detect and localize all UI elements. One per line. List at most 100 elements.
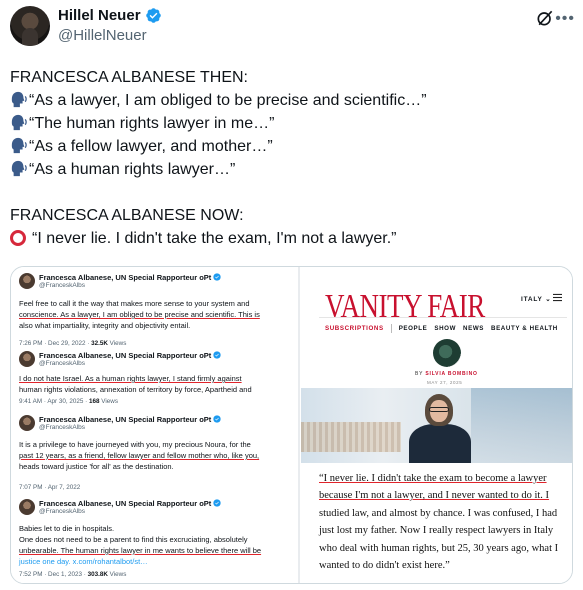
quoted-tweet: Francesca Albanese, UN Special Rapporteu… [19,499,295,583]
quoted-line: human rights violations, annexation of t… [19,385,252,394]
tweet-body: FRANCESCA ALBANESE THEN: “As a lawyer, I… [10,66,570,250]
quoted-line: heads toward justice 'for all' as the de… [19,462,174,471]
tweet-quote-line: “As a fellow lawyer, and mother…” [10,135,570,158]
quoted-text: I do not hate Israel. As a human rights … [19,373,252,395]
quoted-author-name-text: Francesca Albanese, UN Special Rapporteu… [39,273,212,282]
quoted-text: It is a privilege to have journeyed with… [19,439,259,472]
quoted-views: 168 [89,398,100,405]
article-quote-line: just lost my father. Now I really respec… [319,525,554,537]
vanity-fair-article: VANITY FAIR ITALY ⌄ SUBSCRIPTIONS PEOPLE… [301,267,572,583]
verified-badge-icon [145,8,161,23]
article-quote-line: “I never lie. I didn't take the exam to … [319,470,558,487]
tweet-quote-line: “As a lawyer, I am obliged to be precise… [10,89,570,112]
quoted-meta: 7:26 PM · Dec 29, 2022 · 32.5K Views [19,340,126,347]
author-name-row: Hillel Neuer [58,7,162,24]
grok-icon[interactable] [535,8,555,28]
quoted-time: 9:41 AM · Apr 30, 2025 · [19,398,90,405]
article-date: MAY 27, 2025 [427,380,463,385]
article-quote-underlined: “I never lie. I didn't take the exam to … [319,473,547,484]
quoted-author-name-text: Francesca Albanese, UN Special Rapporteu… [39,499,212,508]
quoted-tweet: Francesca Albanese, UN Special Rapporteu… [19,273,295,349]
quoted-time: 7:07 PM · Apr 7, 2022 [19,484,81,491]
article-quote-line: because I'm not a lawyer, and I never wa… [319,487,558,504]
quoted-handle: @FranceskAlbs [39,508,85,515]
quote-text: “I never lie. I didn't take the exam, I'… [32,230,397,247]
author-handle[interactable]: @HillelNeuer [58,27,162,44]
more-options-icon[interactable]: ••• [555,10,575,28]
author-name[interactable]: Hillel Neuer [58,7,141,24]
article-quote: “I never lie. I didn't take the exam to … [319,470,558,574]
quoted-handle: @FranceskAlbs [39,424,85,431]
quoted-author-name: Francesca Albanese, UN Special Rapporteu… [39,499,221,508]
quoted-line: unbearable. The human rights lawyer in m… [19,545,261,556]
byline-prefix: BY [415,371,426,377]
photo-bookshelf [301,422,401,452]
quoted-author-name: Francesca Albanese, UN Special Rapporteu… [39,273,221,282]
tweet-header: Hillel Neuer @HillelNeuer ••• [10,6,575,50]
quoted-avatar [19,415,35,431]
quoted-line: also what impartiality, integrity and ob… [19,321,191,330]
quoted-tweet: Francesca Albanese, UN Special Rapporteu… [19,415,295,495]
quoted-line: Feel free to call it the way that makes … [19,299,250,308]
article-quote-line: wanted to do didn't exist here.” [319,559,450,571]
quoted-avatar [19,273,35,289]
quoted-text: Babies let to die in hospitals. One does… [19,523,261,567]
speaking-head-icon [11,160,27,177]
vf-nav-bar: SUBSCRIPTIONS PEOPLE SHOW NEWS BEAUTY & … [325,324,558,333]
quoted-time: 7:52 PM · Dec 1, 2023 · [19,571,88,578]
quote-text: “As a lawyer, I am obliged to be precise… [29,92,427,109]
quoted-line-underlined: unbearable. The human rights lawyer in m… [19,546,262,555]
verified-badge-icon [213,415,221,423]
photo-window [471,388,572,463]
photo-person-glasses [429,407,449,412]
article-quote-line: studied law, and almost by chance. I was… [319,507,558,519]
red-circle-icon [10,230,26,246]
quoted-tweet: Francesca Albanese, UN Special Rapporteu… [19,351,295,413]
nav-show: SHOW [434,325,457,332]
quoted-views-label: Views [107,340,127,347]
quoted-line-underlined: conscience. As a lawyer, I am obliged to… [19,310,260,319]
quoted-author-name: Francesca Albanese, UN Special Rapporteu… [39,415,221,424]
quoted-views: 303.8K [87,571,108,578]
collage-divider [298,267,300,583]
quoted-avatar [19,351,35,367]
speaking-head-icon [11,114,27,131]
photo-person-body [409,424,471,463]
quoted-line: Babies let to die in hospitals. [19,524,115,533]
quoted-views: 32.5K [91,340,108,347]
tweet-quote-line: “I never lie. I didn't take the exam, I'… [10,227,570,250]
quoted-handle: @FranceskAlbs [39,360,85,367]
media-image[interactable]: Francesca Albanese, UN Special Rapporteu… [10,266,573,584]
quoted-text: Feel free to call it the way that makes … [19,298,260,331]
verified-badge-icon [213,499,221,507]
article-photo [301,388,572,463]
quote-text: “The human rights lawyer in me…” [29,115,275,132]
quote-text: “As a human rights lawyer…” [29,161,236,178]
nav-beauty-health: BEAUTY & HEALTH [491,325,558,332]
verified-badge-icon [213,351,221,359]
quoted-line-underlined: past 12 years, as a friend, fellow lawye… [19,451,260,460]
quoted-line: past 12 years, as a friend, fellow lawye… [19,450,259,461]
nav-separator [390,324,392,333]
quoted-avatar [19,499,35,515]
quoted-meta: 9:41 AM · Apr 30, 2025 · 168 Views [19,398,118,405]
speaking-head-icon [11,137,27,154]
quoted-line[interactable]: justice one day. x.com/rohantalbot/st… [19,556,261,567]
quoted-meta: 7:52 PM · Dec 1, 2023 · 303.8K Views [19,571,126,578]
nav-news: NEWS [463,325,485,332]
tweet-quote-line: “The human rights lawyer in me…” [10,112,570,135]
tweet-line: FRANCESCA ALBANESE NOW: [10,207,244,224]
region-selector: ITALY ⌄ [521,296,552,303]
verified-badge-icon [213,273,221,281]
quoted-author-name-text: Francesca Albanese, UN Special Rapporteu… [39,415,212,424]
article-byline: BY SILVIA BOMBINO [415,371,478,377]
nav-divider [319,317,567,318]
byline-author: SILVIA BOMBINO [425,371,478,377]
article-quote-line: who deal with human rights, but 25, 30 y… [319,542,559,554]
nav-subscriptions: SUBSCRIPTIONS [325,325,384,332]
quoted-tweets-collage: Francesca Albanese, UN Special Rapporteu… [11,267,297,583]
quoted-line: It is a privilege to have journeyed with… [19,440,251,449]
author-avatar[interactable] [10,6,50,46]
author-block: Hillel Neuer @HillelNeuer [58,7,162,44]
